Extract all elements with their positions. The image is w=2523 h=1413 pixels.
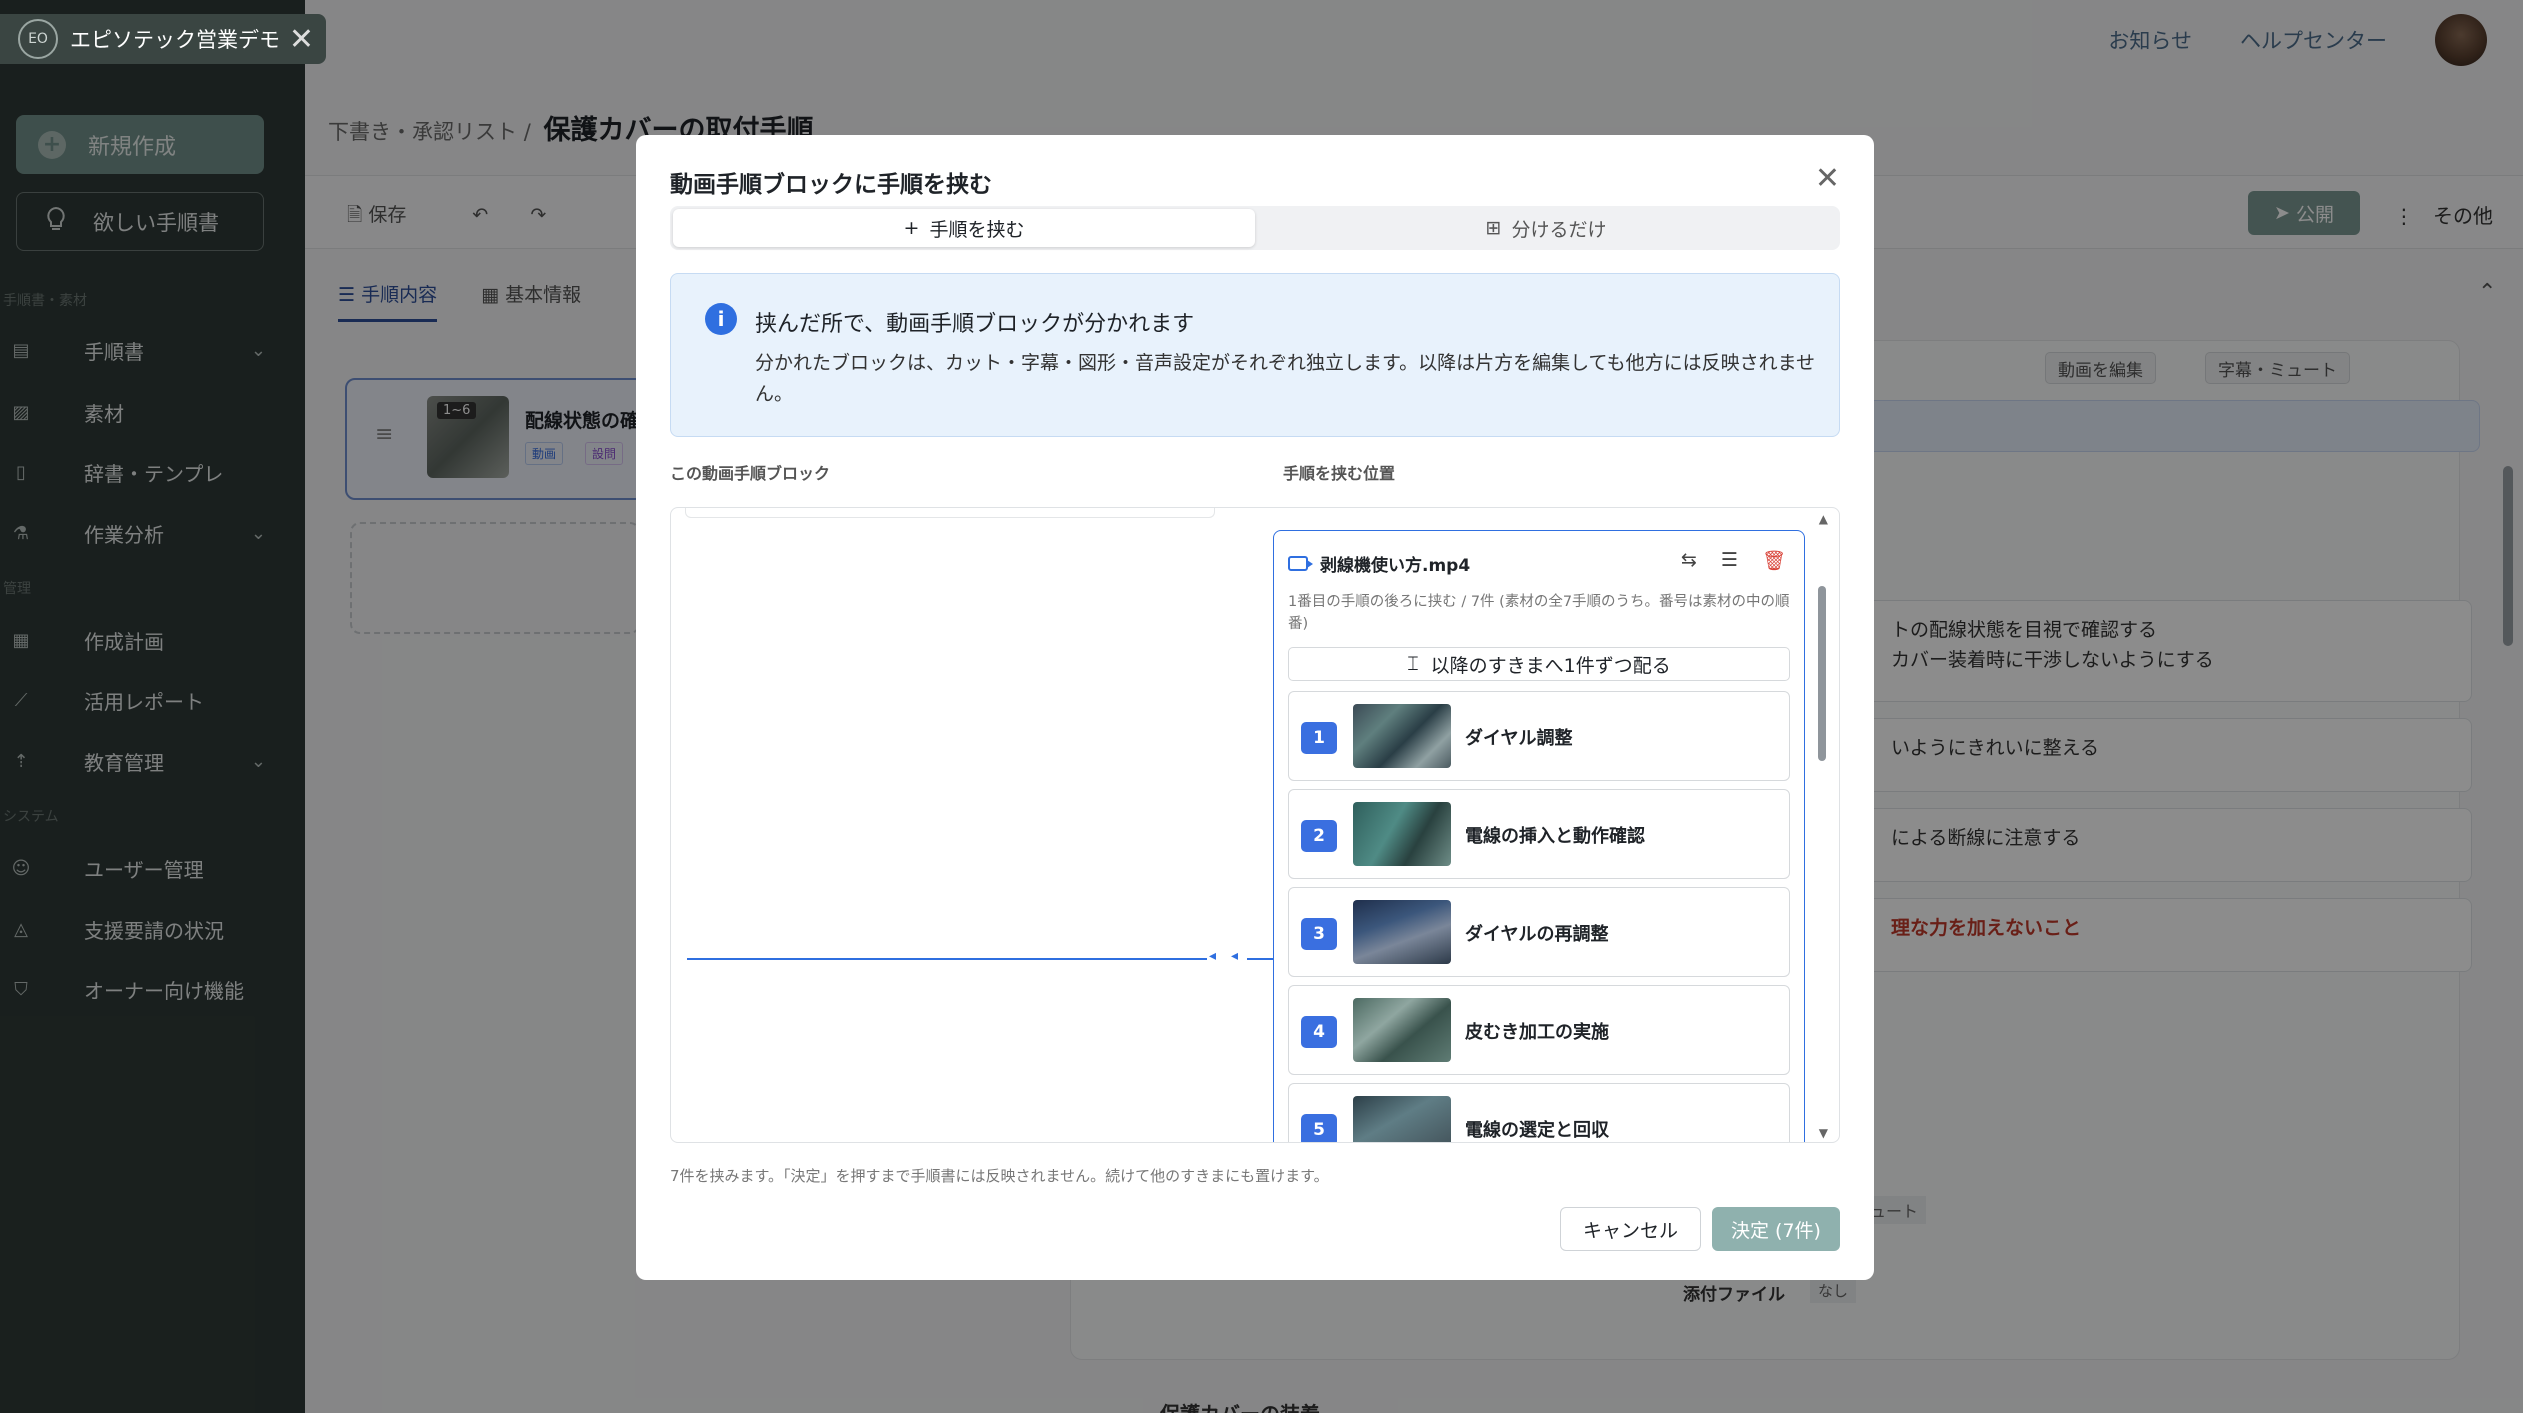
- mode-segmented-control: + 手順を挟む ⊞ 分けるだけ: [670, 206, 1840, 250]
- trash-icon[interactable]: 🗑: [1762, 549, 1786, 572]
- video-box-actions: ⇆ ☰ 🗑: [1681, 549, 1786, 572]
- scrollbar-thumb[interactable]: [1818, 586, 1826, 761]
- distribute-label: 以降のすきまへ1件ずつ配る: [1430, 654, 1671, 677]
- info-title: 挟んだ所で、動画手順ブロックが分かれます: [755, 312, 1195, 337]
- step-number: 2: [1301, 820, 1337, 852]
- close-sidebar-icon[interactable]: ✕: [289, 22, 314, 57]
- arrow-left-icon: ◂: [1209, 948, 1217, 964]
- dialog-title: 動画手順ブロックに手順を挟む: [670, 172, 992, 198]
- step-thumbnail: [1353, 900, 1451, 964]
- info-body: 分かれたブロックは、カット・字幕・図形・音声設定がそれぞれ独立します。以降は片方…: [755, 352, 1816, 406]
- step-number: 4: [1301, 1016, 1337, 1048]
- plus-icon: +: [903, 217, 920, 239]
- video-material-box[interactable]: 剥線機使い方.mp4 ⇆ ☰ 🗑 1番目の手順の後ろに挟む / 7件 (素材の全…: [1273, 530, 1805, 1142]
- step-number: 3: [1301, 918, 1337, 950]
- split-icon: ⊞: [1485, 217, 1502, 239]
- cancel-button[interactable]: キャンセル: [1560, 1207, 1701, 1251]
- column-label-insert-position: 手順を挟む位置: [1283, 464, 1396, 483]
- insert-workspace: ◂ ◂ 剥線機使い方.mp4 ⇆ ☰ 🗑 1番目の手順の後ろに挟む / 7件 (…: [670, 507, 1840, 1143]
- info-banner: i 挟んだ所で、動画手順ブロックが分かれます 分かれたブロックは、カット・字幕・…: [670, 273, 1840, 437]
- swap-icon[interactable]: ⇆: [1681, 549, 1697, 572]
- previous-block-stub: [685, 508, 1215, 518]
- step-thumbnail: [1353, 802, 1451, 866]
- list-item[interactable]: 4 皮むき加工の実施: [1288, 985, 1790, 1075]
- list-item[interactable]: 5 電線の選定と回収: [1288, 1083, 1790, 1142]
- video-file-header: 剥線機使い方.mp4: [1288, 551, 1470, 576]
- step-label: 電線の選定と回収: [1465, 1120, 1609, 1141]
- workspace-switcher[interactable]: EO エピソテック営業デモ ✕: [0, 14, 326, 64]
- text-cursor-icon: ⌶: [1407, 653, 1419, 675]
- list-item[interactable]: 2 電線の挿入と動作確認: [1288, 789, 1790, 879]
- video-file-name: 剥線機使い方.mp4: [1320, 556, 1471, 576]
- video-camera-icon: [1288, 556, 1313, 571]
- step-thumbnail: [1353, 998, 1451, 1062]
- workspace-name: エピソテック営業デモ: [70, 28, 280, 52]
- step-thumbnail: [1353, 1096, 1451, 1142]
- insert-steps-dialog: 動画手順ブロックに手順を挟む ✕ + 手順を挟む ⊞ 分けるだけ i 挟んだ所で…: [636, 135, 1874, 1280]
- step-label: ダイヤル調整: [1465, 728, 1573, 749]
- app-root: EO エピソテック営業デモ ✕ + 新規作成 欲しい手順書 手順書・素材 ▤ 手…: [0, 0, 2523, 1413]
- scroll-down-icon[interactable]: ▼: [1819, 1126, 1828, 1140]
- arrow-left-icon: ◂: [1231, 948, 1239, 964]
- distribute-button[interactable]: ⌶ 以降のすきまへ1件ずつ配る: [1288, 647, 1790, 681]
- column-label-this-block: この動画手順ブロック: [670, 464, 831, 483]
- step-label: ダイヤルの再調整: [1465, 924, 1609, 945]
- close-icon[interactable]: ✕: [1815, 161, 1840, 196]
- footer-note: 7件を挟みます。「決定」を押すまで手順書には反映されません。続けて他のすきまにも…: [670, 1167, 1329, 1185]
- list-item[interactable]: 1 ダイヤル調整: [1288, 691, 1790, 781]
- step-number: 1: [1301, 722, 1337, 754]
- step-thumbnail: [1353, 704, 1451, 768]
- info-icon: i: [705, 303, 737, 335]
- step-label: 皮むき加工の実施: [1465, 1022, 1609, 1043]
- tab-split-only[interactable]: ⊞ 分けるだけ: [1255, 209, 1837, 247]
- list-item[interactable]: 3 ダイヤルの再調整: [1288, 887, 1790, 977]
- tab-insert-steps[interactable]: + 手順を挟む: [673, 209, 1255, 247]
- insertion-line: [687, 958, 1207, 960]
- step-number: 5: [1301, 1114, 1337, 1142]
- video-box-description: 1番目の手順の後ろに挟む / 7件 (素材の全7手順のうち。番号は素材の中の順番…: [1288, 594, 1790, 633]
- tab-insert-steps-label: 手順を挟む: [929, 218, 1025, 241]
- step-label: 電線の挿入と動作確認: [1465, 826, 1645, 847]
- brand-logo: EO: [18, 19, 58, 59]
- tab-split-only-label: 分けるだけ: [1511, 218, 1607, 241]
- scroll-up-icon[interactable]: ▲: [1819, 512, 1828, 526]
- confirm-button[interactable]: 決定 (7件): [1712, 1207, 1840, 1251]
- list-icon[interactable]: ☰: [1721, 549, 1738, 572]
